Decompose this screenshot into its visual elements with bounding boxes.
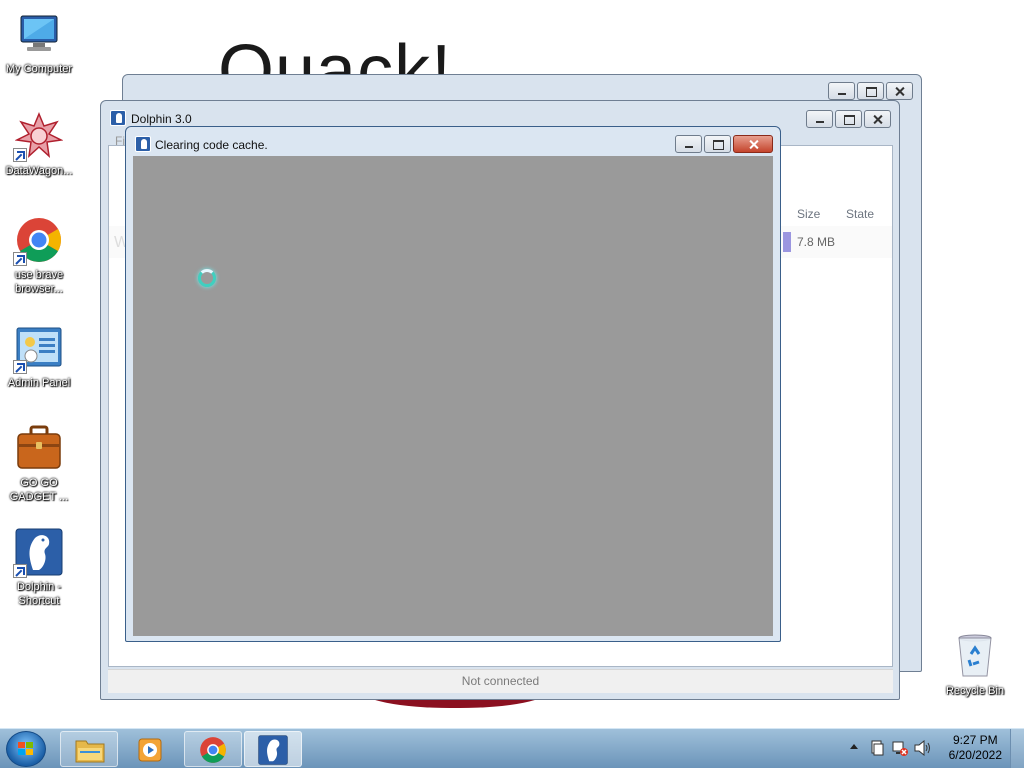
close-icon[interactable]: [886, 82, 913, 100]
show-desktop-button[interactable]: [1010, 729, 1024, 768]
cache-dialog-controls: [675, 135, 773, 153]
minimize-icon[interactable]: [675, 135, 702, 153]
desktop-icon-recycle-bin[interactable]: Recycle Bin: [936, 632, 1014, 698]
clock-time: 9:27 PM: [952, 733, 998, 747]
desktop-icon-label: Recycle Bin: [945, 685, 1005, 697]
shortcut-arrow-icon: [13, 360, 27, 374]
desktop-icon-go-go-gadget[interactable]: GO GO GADGET ...: [0, 424, 78, 504]
minimize-icon[interactable]: [806, 110, 833, 128]
maximize-icon[interactable]: [857, 82, 884, 100]
computer-icon: [15, 10, 63, 58]
desktop-icon-my-computer[interactable]: My Computer: [0, 10, 78, 76]
shortcut-arrow-icon: [13, 148, 27, 162]
dolphin-icon: [13, 528, 63, 578]
media-player-icon: [138, 738, 162, 762]
desktop-icon-label: DataWagon...: [5, 165, 73, 177]
taskbar: 9:27 PM 6/20/2022: [0, 728, 1024, 768]
dolphin-icon: [135, 136, 151, 152]
taskbar-media-player-button[interactable]: [122, 731, 180, 767]
desktop-icon-label: Dolphin - Shortcut: [16, 581, 62, 607]
desktop-icon-label: Admin Panel: [7, 377, 71, 389]
desktop-icon-admin-panel[interactable]: Admin Panel: [0, 324, 78, 390]
game-size-cell: 7.8 MB: [797, 235, 836, 249]
windows-logo-icon: [18, 742, 34, 756]
desktop-icon-datawagon[interactable]: DataWagon...: [0, 112, 78, 178]
system-tray: 9:27 PM 6/20/2022: [834, 729, 1024, 768]
status-bar: Not connected: [108, 669, 893, 693]
desktop-icon-label: GO GO GADGET ...: [9, 477, 69, 503]
folder-icon: [75, 740, 105, 763]
action-center-icon[interactable]: [870, 740, 886, 756]
maximize-icon[interactable]: [704, 135, 731, 153]
close-icon[interactable]: [864, 110, 891, 128]
cache-dialog[interactable]: Clearing code cache.: [125, 126, 781, 642]
recycle-bin-icon: [951, 632, 999, 680]
loading-spinner-icon: [198, 269, 216, 287]
network-disconnected-icon[interactable]: [892, 740, 908, 756]
taskbar-explorer-button[interactable]: [60, 731, 118, 767]
volume-icon[interactable]: [914, 740, 932, 756]
render-area: [133, 156, 773, 636]
briefcase-icon: [15, 424, 63, 472]
clock-date: 6/20/2022: [948, 748, 1002, 762]
dolphin-icon: [110, 110, 126, 126]
taskbar-dolphin-button[interactable]: [244, 731, 302, 767]
desktop-icon-dolphin-shortcut[interactable]: Dolphin - Shortcut: [0, 528, 78, 608]
shortcut-arrow-icon: [13, 564, 27, 578]
datawagon-icon: [13, 112, 64, 162]
admin-panel-icon: [13, 324, 63, 374]
column-header-state[interactable]: State: [846, 207, 874, 221]
chrome-icon: [13, 216, 63, 266]
maximize-icon[interactable]: [835, 110, 862, 128]
minimize-icon[interactable]: [828, 82, 855, 100]
start-button[interactable]: [6, 731, 46, 767]
dolphin-icon: [258, 735, 288, 765]
cache-dialog-title: Clearing code cache.: [155, 138, 268, 152]
show-hidden-icons-icon[interactable]: [850, 744, 858, 749]
row-highlight: [783, 232, 791, 252]
shortcut-arrow-icon: [13, 252, 27, 266]
taskbar-chrome-button[interactable]: [184, 731, 242, 767]
chrome-icon: [200, 737, 226, 763]
column-header-size[interactable]: Size: [797, 207, 820, 221]
background-window-controls: [828, 82, 913, 100]
desktop-icon-label: My Computer: [5, 63, 73, 75]
system-clock[interactable]: 9:27 PM 6/20/2022: [949, 733, 1002, 763]
dolphin-window-controls: [806, 110, 891, 128]
desktop-icon-label: use brave browser...: [14, 269, 64, 295]
dolphin-window-title: Dolphin 3.0: [131, 112, 192, 126]
desktop-icon-brave-browser[interactable]: use brave browser...: [0, 216, 78, 296]
close-icon[interactable]: [733, 135, 773, 153]
